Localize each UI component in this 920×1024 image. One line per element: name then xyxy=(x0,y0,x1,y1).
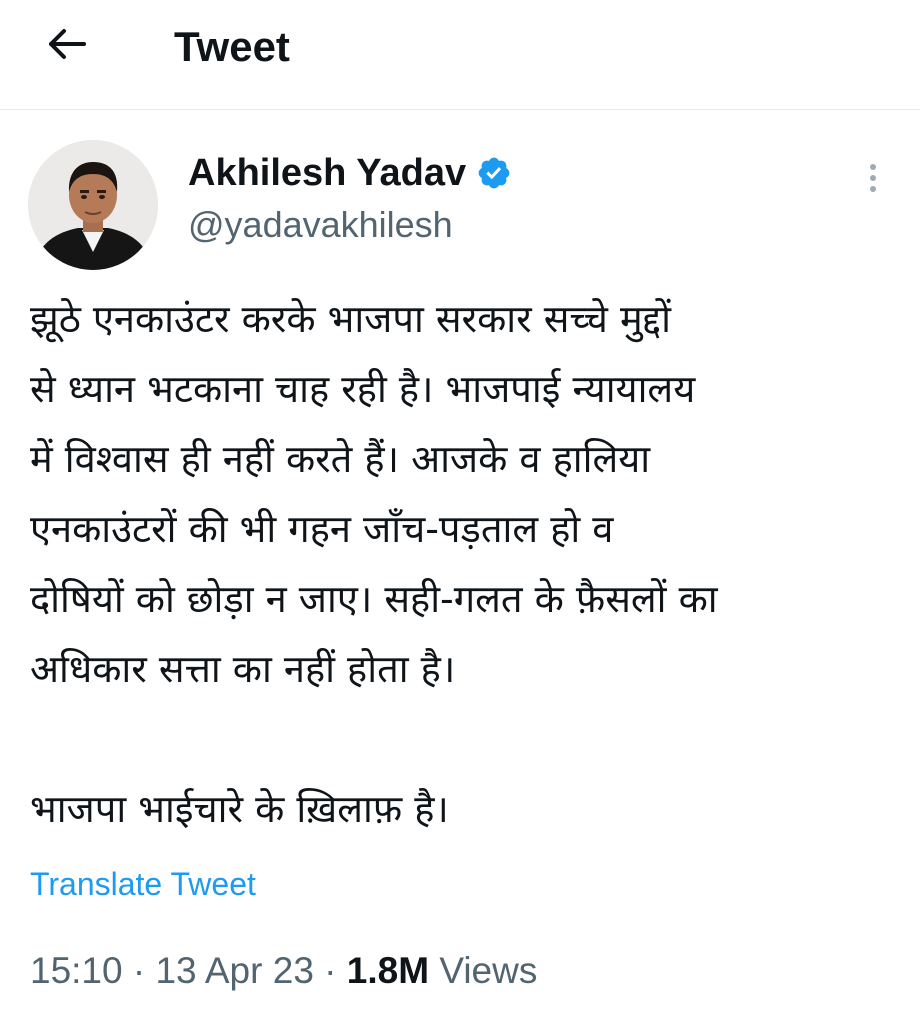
page-title: Tweet xyxy=(174,23,290,70)
author-name-row[interactable]: Akhilesh Yadav xyxy=(188,150,512,196)
tweet-text-line: भाजपा भाईचारे के ख़िलाफ़ है। xyxy=(30,787,449,831)
more-vertical-icon xyxy=(870,164,876,170)
more-vertical-icon xyxy=(870,186,876,192)
back-button[interactable] xyxy=(44,26,90,66)
tweet-text-line: झूठे एनकाउंटर करके भाजपा सरकार सच्चे मुद… xyxy=(30,297,671,341)
meta-separator: · xyxy=(122,950,156,991)
verified-badge-icon xyxy=(476,155,512,191)
tweet-date[interactable]: 13 Apr 23 xyxy=(155,950,313,991)
arrow-left-icon xyxy=(47,27,87,65)
more-options-button[interactable] xyxy=(856,158,890,198)
more-vertical-icon xyxy=(870,175,876,181)
meta-separator: · xyxy=(313,950,347,991)
tweet-text-line: अधिकार सत्ता का नहीं होता है। xyxy=(30,647,456,691)
tweet-text-line: एनकाउंटरों की भी गहन जाँच-पड़ताल हो व xyxy=(30,507,614,551)
views-label[interactable]: Views xyxy=(429,950,537,991)
author-handle[interactable]: @yadavakhilesh xyxy=(188,203,453,247)
tweet-meta: 15:10 · 13 Apr 23 · 1.8M Views xyxy=(30,948,537,994)
tweet-text-line: से ध्यान भटकाना चाह रही है। भाजपाई न्याय… xyxy=(30,367,696,411)
tweet-time[interactable]: 15:10 xyxy=(30,950,123,991)
top-bar: Tweet xyxy=(0,0,920,110)
tweet-text: झूठे एनकाउंटर करके भाजपा सरकार सच्चे मुद… xyxy=(30,284,900,844)
tweet-text-line: दोषियों को छोड़ा न जाए। सही-गलत के फ़ैसल… xyxy=(30,577,718,621)
translate-tweet-link[interactable]: Translate Tweet xyxy=(30,864,256,904)
author-name[interactable]: Akhilesh Yadav xyxy=(188,150,466,196)
avatar[interactable] xyxy=(28,140,158,270)
tweet-text-line: में विश्वास ही नहीं करते हैं। आजके व हाल… xyxy=(30,437,651,481)
views-count[interactable]: 1.8M xyxy=(347,950,429,991)
